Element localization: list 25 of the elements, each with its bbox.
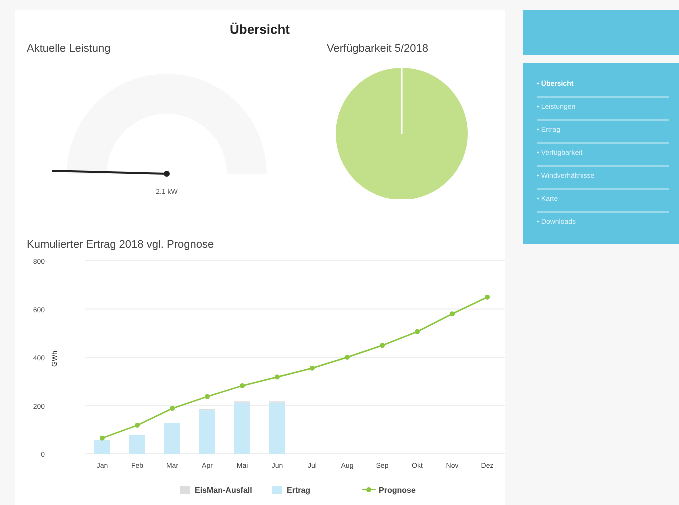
point xyxy=(135,423,140,428)
legend-swatch xyxy=(180,486,190,494)
bar xyxy=(130,435,146,454)
point xyxy=(275,374,280,380)
availability-title: Verfügbarkeit 5/2018 xyxy=(327,43,430,55)
point xyxy=(380,343,385,348)
point xyxy=(170,406,175,412)
legend-label[interactable]: EisMan-Ausfall xyxy=(195,486,252,495)
legend-label[interactable]: Prognose xyxy=(379,486,416,495)
point xyxy=(485,294,490,300)
point xyxy=(100,436,105,441)
chart-title: Kumulierter Ertrag 2018 vgl. Prognose xyxy=(26,239,216,251)
overview-title: Übersicht xyxy=(229,22,291,37)
bar xyxy=(94,440,110,454)
point xyxy=(205,394,210,400)
legend-line-icon xyxy=(362,488,376,492)
legend-label[interactable]: Ertrag xyxy=(287,486,311,495)
point xyxy=(310,366,315,371)
point xyxy=(415,329,420,334)
point xyxy=(345,355,350,360)
point xyxy=(240,383,245,388)
point xyxy=(450,312,455,317)
bar xyxy=(164,423,180,454)
legend-swatch xyxy=(272,486,282,494)
gauge-title: Aktuelle Leistung xyxy=(27,43,112,55)
